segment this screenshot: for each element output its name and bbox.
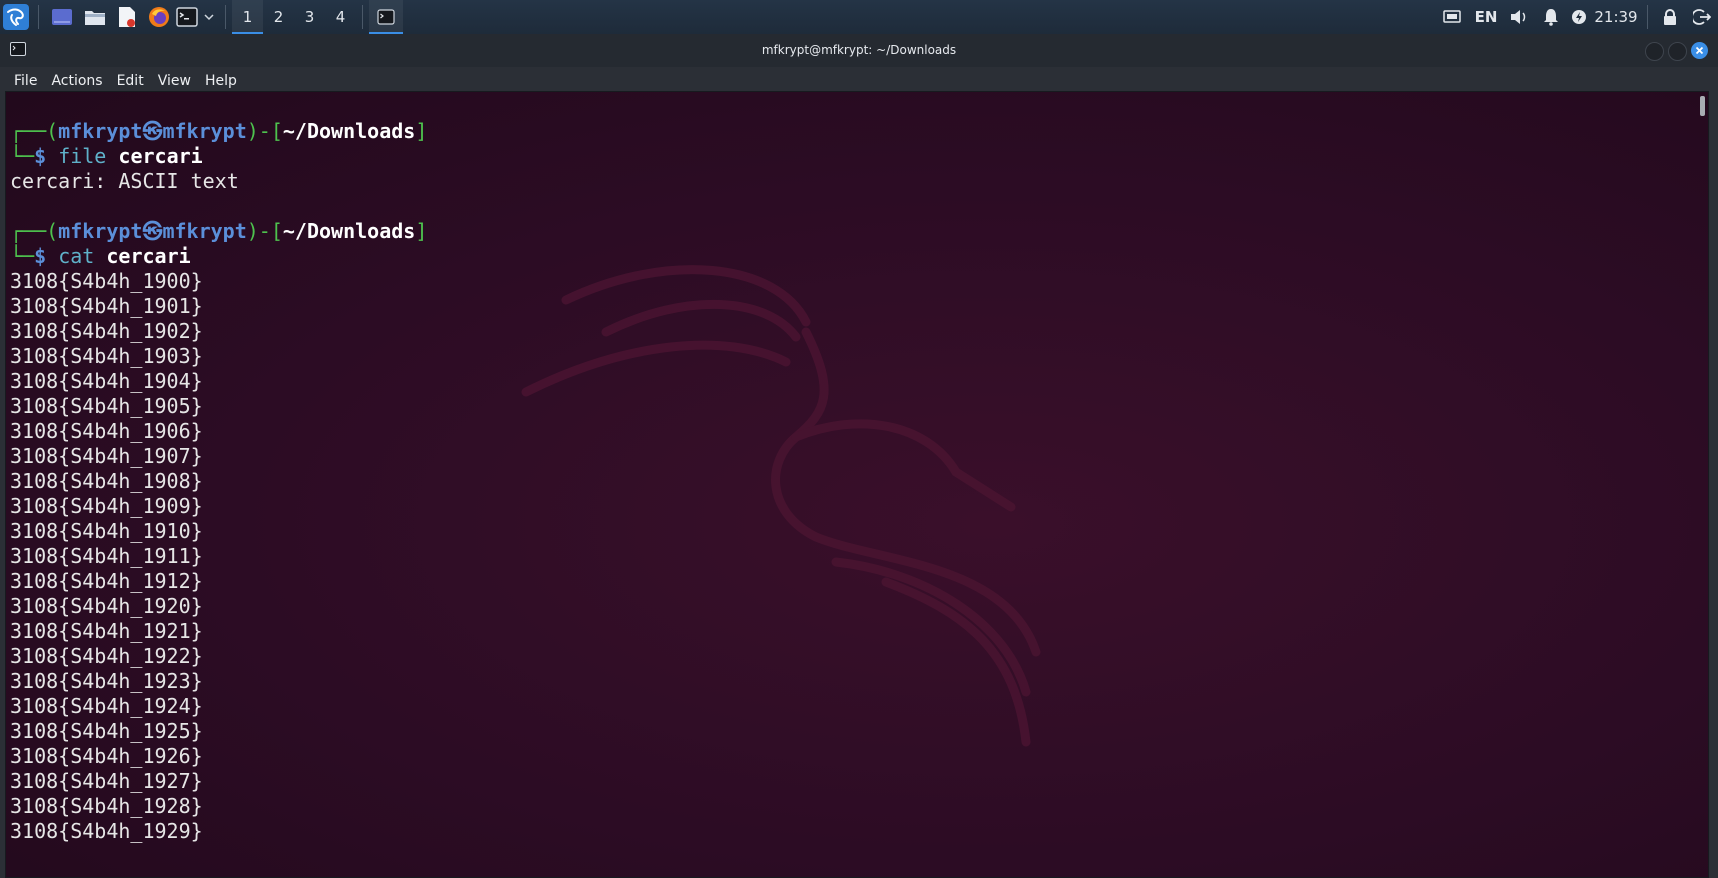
menu-bar: File Actions Edit View Help	[0, 67, 1718, 94]
command-name: file	[58, 144, 107, 168]
notifications-button[interactable]	[1535, 0, 1567, 34]
menu-actions[interactable]: Actions	[44, 73, 108, 89]
command-line: └─$ file cercari	[10, 144, 203, 168]
command-argument: cercari	[106, 244, 191, 268]
output-line: 3108{S4b4h_1906}	[10, 419, 203, 443]
workspace-4[interactable]: 4	[325, 0, 356, 34]
menu-help[interactable]: Help	[198, 73, 243, 89]
display-settings-button[interactable]	[1435, 0, 1469, 34]
window-title: mfkrypt@mfkrypt: ~/Downloads	[761, 43, 957, 57]
output-line: 3108{S4b4h_1911}	[10, 544, 203, 568]
menu-file[interactable]: File	[7, 73, 43, 89]
workspace-1[interactable]: 1	[232, 0, 263, 34]
workspace-2[interactable]: 2	[263, 0, 294, 34]
output-line: 3108{S4b4h_1903}	[10, 344, 203, 368]
output-line: 3108{S4b4h_1912}	[10, 569, 203, 593]
terminal-icon	[176, 7, 198, 27]
taskbar-terminal-window[interactable]	[369, 0, 403, 34]
output-line: 3108{S4b4h_1929}	[10, 819, 203, 843]
output-line: 3108{S4b4h_1925}	[10, 719, 203, 743]
system-tray: EN 21:39	[1435, 0, 1718, 34]
logout-button[interactable]	[1686, 0, 1718, 34]
prompt-user: mfkrypt	[58, 119, 143, 143]
command-name: cat	[58, 244, 95, 268]
output-line: 3108{S4b4h_1901}	[10, 294, 203, 318]
output-line: 3108{S4b4h_1902}	[10, 319, 203, 343]
lock-icon	[1664, 8, 1676, 25]
panel-separator	[362, 5, 363, 29]
kali-menu-button[interactable]	[0, 0, 32, 34]
clock[interactable]: 21:39	[1591, 0, 1641, 34]
chevron-down-icon	[204, 14, 214, 21]
firefox-icon	[149, 7, 169, 27]
show-desktop-button[interactable]	[45, 0, 79, 34]
output-line: 3108{S4b4h_1909}	[10, 494, 203, 518]
scrollbar-thumb[interactable]	[1700, 96, 1705, 116]
prompt-host: mfkrypt	[162, 119, 247, 143]
prompt-line: ┌──(mfkrypt㉿mfkrypt)-[~/Downloads]	[10, 119, 428, 143]
output-line: 3108{S4b4h_1907}	[10, 444, 203, 468]
volume-button[interactable]	[1503, 0, 1535, 34]
text-editor-launcher[interactable]	[111, 0, 143, 34]
output-line: 3108{S4b4h_1922}	[10, 644, 203, 668]
close-icon	[1695, 46, 1704, 55]
output-line: 3108{S4b4h_1905}	[10, 394, 203, 418]
prompt-directory: ~/Downloads	[282, 219, 416, 243]
output-line: 3108{S4b4h_1924}	[10, 694, 203, 718]
output-line: 3108{S4b4h_1910}	[10, 519, 203, 543]
menu-view[interactable]: View	[151, 73, 197, 89]
output-line: 3108{S4b4h_1923}	[10, 669, 203, 693]
battery-bolt-icon	[1572, 10, 1586, 24]
terminal-lines: ┌──(mfkrypt㉿mfkrypt)-[~/Downloads] └─$ f…	[10, 119, 1688, 844]
output-line: cercari: ASCII text	[10, 169, 239, 193]
close-button[interactable]	[1691, 42, 1708, 59]
prompt-host: mfkrypt	[162, 219, 247, 243]
output-line: 3108{S4b4h_1900}	[10, 269, 203, 293]
speaker-icon	[1511, 10, 1526, 24]
text-editor-icon	[119, 7, 135, 27]
window-titlebar[interactable]: mfkrypt@mfkrypt: ~/Downloads	[0, 34, 1718, 67]
top-panel: 1 2 3 4 EN 21:39	[0, 0, 1718, 35]
terminal-icon	[377, 9, 395, 25]
command-argument: cercari	[118, 144, 203, 168]
terminal-window: mfkrypt@mfkrypt: ~/Downloads File Action…	[0, 34, 1718, 878]
output-line: 3108{S4b4h_1921}	[10, 619, 203, 643]
output-line: 3108{S4b4h_1904}	[10, 369, 203, 393]
panel-separator	[38, 5, 39, 29]
terminal-scrollbar[interactable]	[1696, 92, 1708, 877]
firefox-launcher[interactable]	[143, 0, 175, 34]
command-line: └─$ cat cercari	[10, 244, 191, 268]
menu-edit[interactable]: Edit	[110, 73, 150, 89]
folder-icon	[85, 11, 105, 25]
prompt-user: mfkrypt	[58, 219, 143, 243]
display-icon	[1443, 10, 1461, 23]
terminal-output-area[interactable]: ┌──(mfkrypt㉿mfkrypt)-[~/Downloads] └─$ f…	[5, 91, 1709, 878]
prompt-line: ┌──(mfkrypt㉿mfkrypt)-[~/Downloads]	[10, 219, 428, 243]
workspace-3[interactable]: 3	[294, 0, 325, 34]
panel-separator	[225, 5, 226, 29]
logout-icon	[1693, 9, 1711, 25]
kali-logo-icon	[3, 4, 29, 30]
desktop-icon	[52, 9, 72, 25]
keyboard-layout-indicator[interactable]: EN	[1469, 0, 1503, 34]
output-line: 3108{S4b4h_1928}	[10, 794, 203, 818]
maximize-button[interactable]	[1668, 42, 1687, 61]
bell-icon	[1544, 9, 1558, 26]
prompt-directory: ~/Downloads	[282, 119, 416, 143]
output-line: 3108{S4b4h_1926}	[10, 744, 203, 768]
power-status-button[interactable]	[1567, 0, 1591, 34]
file-manager-launcher[interactable]	[79, 0, 111, 34]
output-line: 3108{S4b4h_1920}	[10, 594, 203, 618]
terminal-launcher[interactable]	[175, 0, 199, 34]
output-line: 3108{S4b4h_1908}	[10, 469, 203, 493]
panel-separator	[1647, 5, 1648, 29]
lock-screen-button[interactable]	[1654, 0, 1686, 34]
terminal-launcher-dropdown[interactable]	[199, 0, 219, 34]
output-line: 3108{S4b4h_1927}	[10, 769, 203, 793]
minimize-button[interactable]	[1645, 42, 1664, 61]
